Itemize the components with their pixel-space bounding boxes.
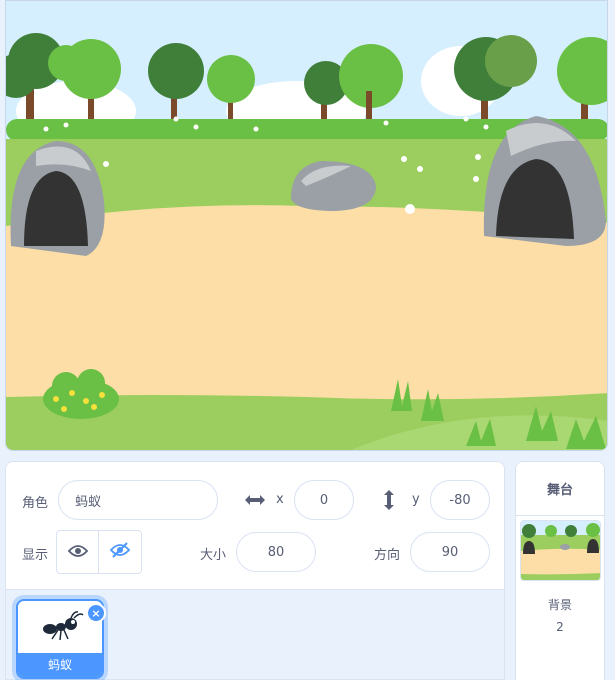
direction-input[interactable]: 90: [410, 532, 490, 572]
direction-label: 方向: [374, 548, 401, 563]
eye-off-icon: [109, 542, 131, 562]
x-input[interactable]: 0: [294, 480, 354, 520]
sprite-tile-label: 蚂蚁: [18, 653, 102, 677]
x-label: x: [276, 492, 284, 507]
show-label: 显示: [22, 548, 49, 563]
size-label: 大小: [200, 548, 227, 563]
stage-thumbnail: [520, 520, 601, 581]
size-input[interactable]: 80: [236, 532, 316, 572]
show-button[interactable]: [57, 531, 100, 573]
sprite-name-input[interactable]: 蚂蚁: [58, 480, 218, 520]
stage-scene: [6, 1, 607, 450]
eye-icon: [67, 543, 88, 562]
horizontal-arrows-icon: [244, 490, 266, 510]
delete-sprite-button[interactable]: ×: [86, 603, 106, 623]
stage-panel[interactable]: 舞台 背景 2: [515, 461, 605, 680]
stage-header: 舞台: [516, 462, 604, 516]
stage-canvas[interactable]: [5, 0, 608, 451]
sprite-info-panel: 角色 蚂蚁 x 0 y -80 显示 大小 80 方向 90: [5, 461, 505, 589]
vertical-arrows-icon: [382, 488, 396, 512]
ant-icon: [40, 611, 84, 645]
hide-button[interactable]: [99, 531, 141, 573]
visibility-toggle: [56, 530, 142, 574]
close-icon: ×: [91, 606, 101, 620]
y-label: y: [412, 492, 420, 507]
sprite-label: 角色: [22, 496, 49, 511]
backdrops-count: 2: [556, 620, 564, 634]
backdrops-label: 背景: [547, 598, 572, 612]
y-input[interactable]: -80: [430, 480, 490, 520]
sprite-list: 蚂蚁 ×: [5, 589, 505, 680]
